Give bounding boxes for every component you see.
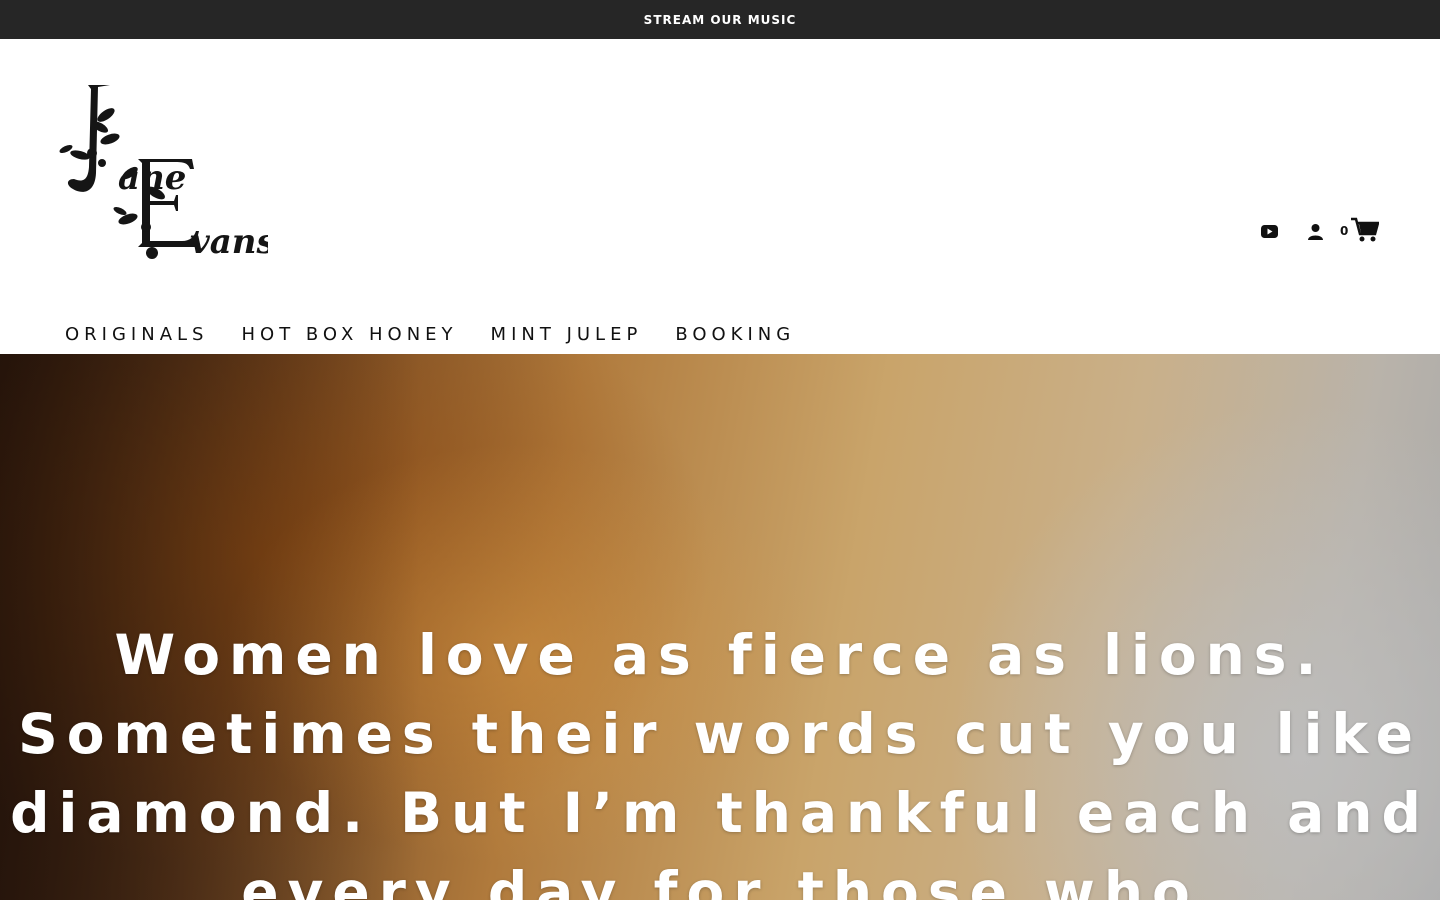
logo-last-name: vans (190, 222, 268, 261)
cart-count: 0 (1340, 224, 1349, 238)
logo-first-name: ane (118, 158, 186, 198)
nav-item-hot-box-honey[interactable]: HOT BOX HONEY (241, 324, 457, 345)
site-header: ane vans 0 ORIGINALS HOT BOX HONEY MINT … (0, 39, 1440, 354)
nav-item-mint-julep[interactable]: MINT JULEP (491, 324, 643, 345)
hero-quote: Women love as fierce as lions. Sometimes… (10, 623, 1430, 900)
nav-item-booking[interactable]: BOOKING (675, 324, 795, 345)
main-nav: ORIGINALS HOT BOX HONEY MINT JULEP BOOKI… (65, 324, 828, 345)
announcement-bar: STREAM OUR MUSIC (0, 0, 1440, 39)
cart-button[interactable]: 0 (1340, 217, 1380, 243)
stream-music-link[interactable]: STREAM OUR MUSIC (644, 13, 797, 27)
account-icon[interactable] (1307, 223, 1324, 240)
jane-evans-logo[interactable]: ane vans (58, 83, 268, 261)
hero-banner: Women love as fierce as lions. Sometimes… (0, 354, 1440, 900)
cart-icon (1351, 217, 1380, 242)
nav-item-originals[interactable]: ORIGINALS (65, 324, 208, 345)
youtube-icon[interactable] (1261, 225, 1278, 238)
